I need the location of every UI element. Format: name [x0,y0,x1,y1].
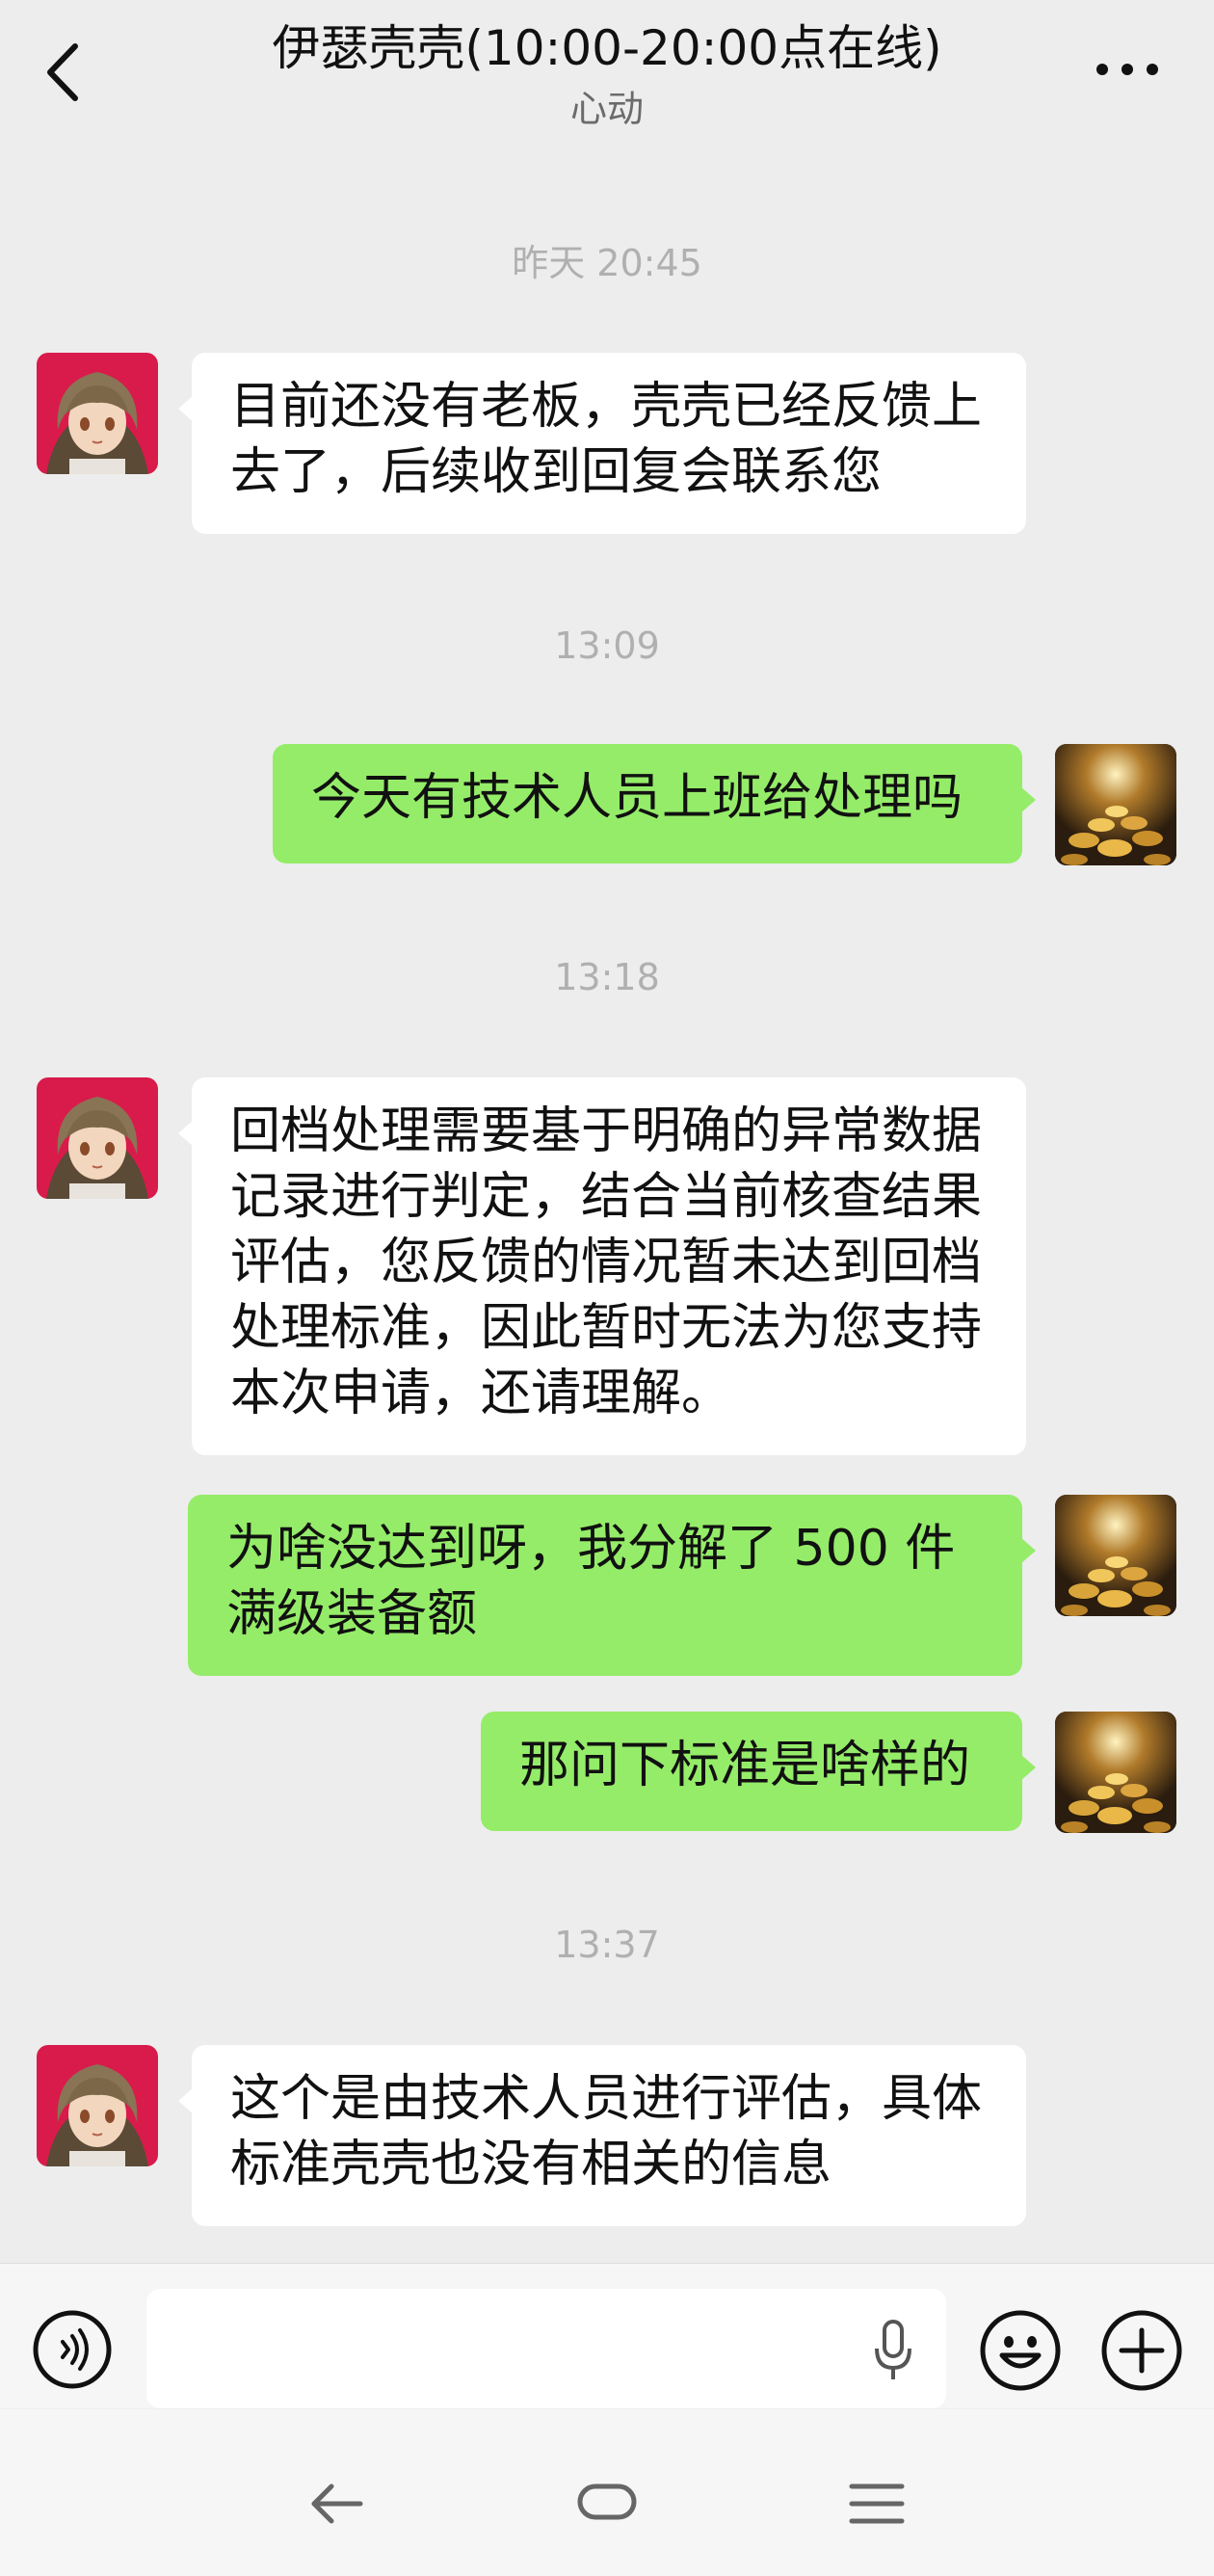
nav-back-icon[interactable] [308,2475,366,2533]
contact-avatar[interactable] [37,2045,158,2166]
message-input[interactable] [146,2289,946,2408]
chat-title[interactable]: 伊瑟壳壳(10:00-20:00点在线) [0,10,1214,79]
nav-home-icon[interactable] [576,2481,638,2523]
self-avatar[interactable] [1055,1712,1176,1833]
message-bubble-received[interactable]: 目前还没有老板，壳壳已经反馈上 去了，后续收到回复会联系您 [178,353,1026,534]
message-bubble-received[interactable]: 这个是由技术人员进行评估，具体 标准壳壳也没有相关的信息 [178,2045,1026,2226]
timestamp: 13:18 [554,956,660,998]
contact-avatar[interactable] [37,1077,158,1199]
more-icon[interactable] [1089,50,1166,89]
self-avatar[interactable] [1055,744,1176,865]
voice-icon[interactable] [32,2309,113,2390]
message-bubble-sent[interactable]: 为啥没达到呀，我分解了 500 件 满级装备额 [188,1495,1036,1676]
contact-avatar[interactable] [37,353,158,474]
nav-menu-icon[interactable] [848,2481,906,2527]
chat-header: 伊瑟壳壳(10:00-20:00点在线) 心动 [0,0,1214,145]
message-bubble-sent[interactable]: 今天有技术人员上班给处理吗 [273,744,1036,863]
message-bubble-received[interactable]: 回档处理需要基于明确的异常数据 记录进行判定，结合当前核查结果 评估，您反馈的情… [178,1077,1026,1455]
timestamp: 昨天 20:45 [512,242,702,284]
microphone-icon[interactable] [869,2318,917,2385]
plus-icon[interactable] [1100,2309,1183,2392]
chat-subtitle: 心动 [569,88,644,130]
emoji-icon[interactable] [979,2309,1062,2392]
timestamp: 13:37 [554,1924,660,1966]
message-bubble-sent[interactable]: 那问下标准是啥样的 [481,1712,1036,1831]
self-avatar[interactable] [1055,1495,1176,1616]
timestamp: 13:09 [554,624,660,667]
